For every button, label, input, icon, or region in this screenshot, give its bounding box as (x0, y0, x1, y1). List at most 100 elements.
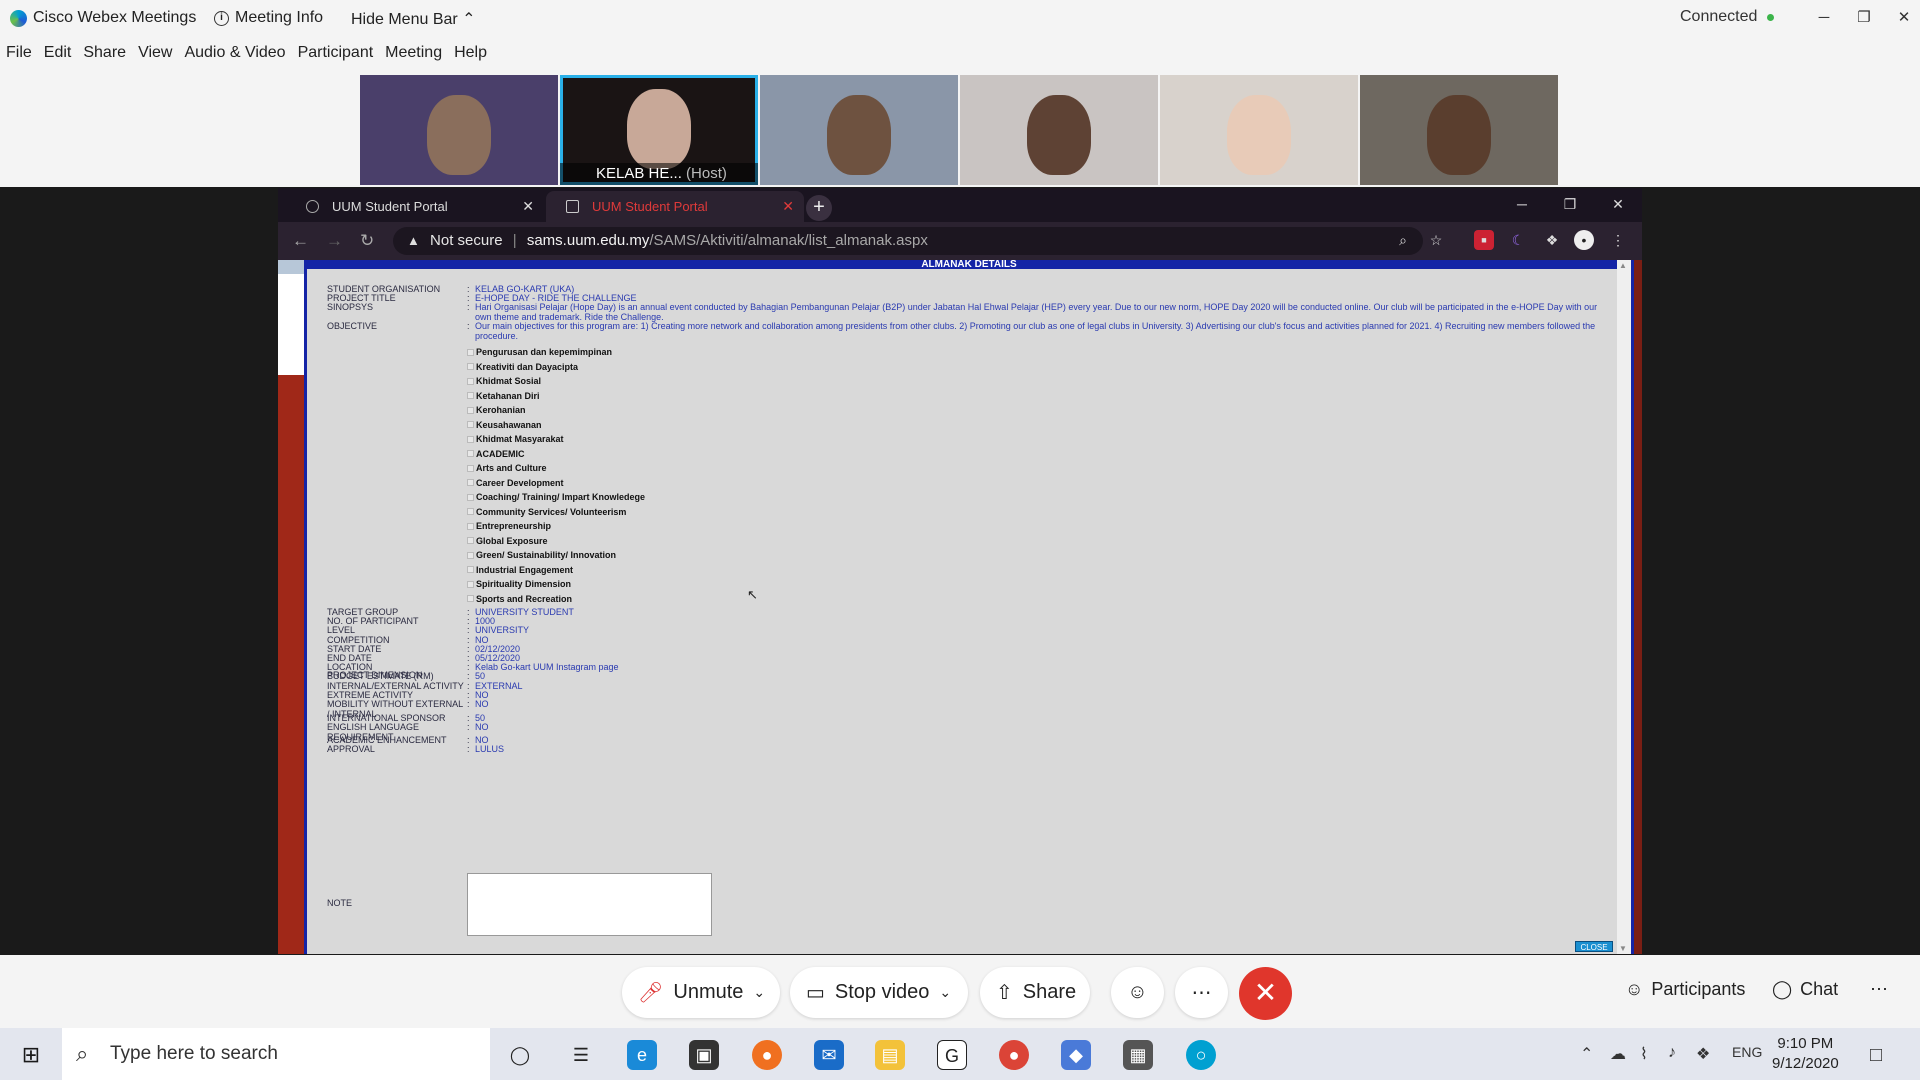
language-indicator[interactable]: ENG (1732, 1044, 1762, 1060)
new-tab-button[interactable]: + (806, 195, 832, 221)
chat-button[interactable]: ◯ Chat (1772, 979, 1838, 1000)
leave-meeting-button[interactable]: ✕ (1239, 967, 1292, 1020)
dark-mode-icon[interactable]: ☾ (1508, 230, 1528, 250)
menu-view[interactable]: View (132, 44, 178, 68)
checkbox[interactable] (467, 493, 474, 501)
forward-icon[interactable]: → (326, 231, 343, 251)
video-tile[interactable] (760, 75, 958, 185)
more-menu-icon[interactable]: ⋮ (1608, 230, 1628, 250)
checkbox[interactable] (467, 580, 474, 588)
checkbox[interactable] (467, 363, 474, 370)
checkbox[interactable] (467, 479, 474, 486)
close-tab-icon[interactable]: ✕ (522, 191, 534, 222)
grammarly-icon[interactable]: G (937, 1040, 967, 1070)
checkbox[interactable] (467, 406, 474, 414)
dimension-checkbox-item[interactable]: Ketahanan Diri (467, 391, 540, 401)
meeting-info-button[interactable]: i Meeting Info (214, 9, 323, 27)
checkbox[interactable] (467, 566, 474, 573)
checkbox[interactable] (467, 537, 474, 544)
close-icon[interactable]: ✕ (1594, 192, 1642, 216)
checkbox[interactable] (467, 348, 474, 356)
edge-icon[interactable]: e (627, 1040, 657, 1070)
extension-icon[interactable]: ■ (1474, 230, 1494, 250)
scrollbar[interactable]: ▲ ▼ (1617, 260, 1631, 954)
dimension-checkbox-item[interactable]: Industrial Engagement (467, 565, 573, 575)
close-tab-icon[interactable]: ✕ (782, 191, 794, 222)
dimension-checkbox-item[interactable]: Pengurusan dan kepemimpinan (467, 347, 612, 357)
video-tile-host[interactable]: KELAB HE... (Host) (560, 75, 758, 185)
windows-start-icon[interactable]: ⊞ (16, 1040, 46, 1070)
dimension-checkbox-item[interactable]: Sports and Recreation (467, 594, 572, 604)
store-icon[interactable]: ▣ (689, 1040, 719, 1070)
mail-icon[interactable]: ✉ (814, 1040, 844, 1070)
calculator-icon[interactable]: ▦ (1123, 1040, 1153, 1070)
webex-taskbar-icon[interactable]: ○ (1186, 1040, 1216, 1070)
menu-audio-video[interactable]: Audio & Video (178, 44, 291, 68)
restore-icon[interactable]: ❐ (1844, 4, 1884, 32)
minimize-icon[interactable]: ─ (1804, 4, 1844, 32)
dimension-checkbox-item[interactable]: Coaching/ Training/ Impart Knowledege (467, 492, 645, 502)
dimension-checkbox-item[interactable]: Community Services/ Volunteerism (467, 507, 626, 517)
hide-menu-bar-button[interactable]: Hide Menu Bar ⌃ (351, 9, 476, 29)
dropbox-icon[interactable]: ❖ (1696, 1044, 1710, 1064)
video-tile[interactable] (1360, 75, 1558, 185)
checkbox[interactable] (467, 377, 474, 385)
video-tile[interactable] (1160, 75, 1358, 185)
dimension-checkbox-item[interactable]: Kreativiti dan Dayacipta (467, 362, 578, 372)
puzzle-icon[interactable]: ❖ (1542, 230, 1562, 250)
participants-button[interactable]: ☺ Participants (1625, 979, 1745, 1000)
close-button[interactable]: CLOSE (1575, 941, 1613, 952)
reload-icon[interactable]: ↻ (360, 231, 374, 251)
menu-share[interactable]: Share (77, 44, 132, 68)
checkbox[interactable] (467, 392, 474, 399)
notifications-icon[interactable]: □ (1870, 1044, 1882, 1067)
menu-meeting[interactable]: Meeting (379, 44, 448, 68)
wifi-icon[interactable]: ⌇ (1640, 1044, 1648, 1064)
dimension-checkbox-item[interactable]: ACADEMIC (467, 449, 525, 459)
dimension-checkbox-item[interactable]: Spirituality Dimension (467, 579, 571, 589)
tray-chevron-icon[interactable]: ⌃ (1580, 1044, 1593, 1064)
checkbox[interactable] (467, 508, 474, 515)
cloud-icon[interactable]: ☁ (1610, 1044, 1626, 1064)
checkbox[interactable] (467, 551, 474, 559)
security-status[interactable]: Not secure (430, 232, 503, 249)
chevron-down-icon[interactable]: ⌄ (939, 984, 951, 1001)
dimension-checkbox-item[interactable]: Global Exposure (467, 536, 548, 546)
cortana-icon[interactable]: ◯ (505, 1040, 535, 1070)
more-panels-button[interactable]: ⋯ (1870, 979, 1888, 1000)
profile-avatar[interactable]: • (1574, 230, 1594, 250)
chrome-icon[interactable]: ● (999, 1040, 1029, 1070)
checkbox[interactable] (467, 522, 474, 530)
video-tile[interactable] (360, 75, 558, 185)
menu-edit[interactable]: Edit (38, 44, 78, 68)
menu-help[interactable]: Help (448, 44, 493, 68)
file-explorer-icon[interactable]: ▤ (875, 1040, 905, 1070)
star-icon[interactable]: ☆ (1426, 230, 1446, 250)
unmute-button[interactable]: 🎤︎ Unmute ⌄ (622, 967, 780, 1018)
checkbox[interactable] (467, 595, 474, 602)
3d-viewer-icon[interactable]: ◆ (1061, 1040, 1091, 1070)
browser-tab-active[interactable]: UUM Student Portal ✕ (546, 191, 804, 222)
scroll-down-icon[interactable]: ▼ (1619, 944, 1627, 953)
minimize-icon[interactable]: ─ (1498, 192, 1546, 216)
dimension-checkbox-item[interactable]: Entrepreneurship (467, 521, 551, 531)
taskbar-clock[interactable]: 9:10 PM 9/12/2020 (1772, 1034, 1839, 1074)
restore-icon[interactable]: ❐ (1546, 192, 1594, 216)
reactions-button[interactable]: ☺ (1111, 967, 1164, 1018)
dimension-checkbox-item[interactable]: Kerohanian (467, 405, 526, 415)
back-icon[interactable]: ← (292, 231, 309, 251)
volume-icon[interactable]: ♪ (1668, 1044, 1676, 1062)
scroll-up-icon[interactable]: ▲ (1619, 261, 1627, 270)
chevron-down-icon[interactable]: ⌄ (753, 984, 765, 1001)
firefox-icon[interactable]: ● (752, 1040, 782, 1070)
checkbox[interactable] (467, 421, 474, 428)
dimension-checkbox-item[interactable]: Khidmat Masyarakat (467, 434, 564, 444)
checkbox[interactable] (467, 450, 474, 457)
stop-video-button[interactable]: ▭ Stop video ⌄ (790, 967, 968, 1018)
close-icon[interactable]: ✕ (1884, 4, 1920, 32)
dimension-checkbox-item[interactable]: Arts and Culture (467, 463, 547, 473)
checkbox[interactable] (467, 464, 474, 472)
menu-participant[interactable]: Participant (292, 44, 380, 68)
zoom-search-icon[interactable]: ⌕ (1393, 230, 1413, 250)
more-options-button[interactable]: ⋯ (1175, 967, 1228, 1018)
